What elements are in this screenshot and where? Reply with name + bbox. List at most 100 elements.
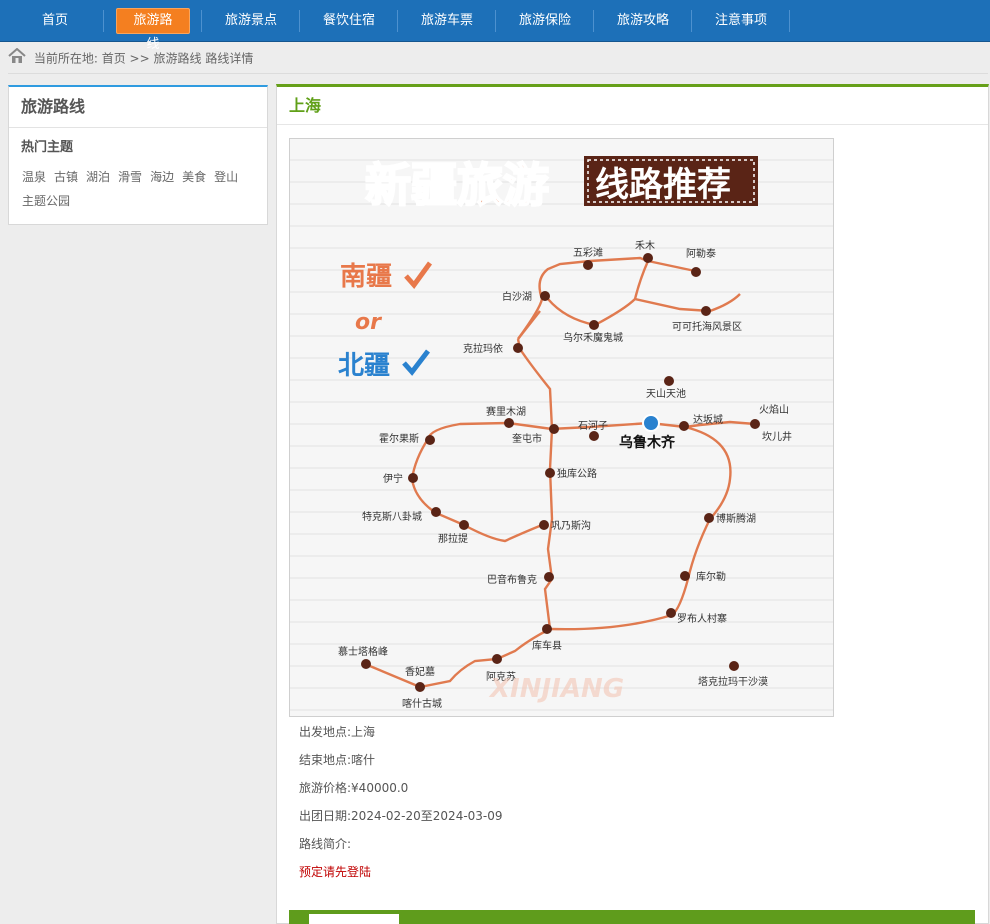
nav-item-label: 旅游保险 [518,13,571,28]
sidebar-title: 旅游路线 [9,87,267,128]
map-marker [425,435,435,445]
depart-row: 出发地点:上海 [299,723,375,740]
poster-watermark: XINJIANG [488,674,624,704]
nav-item-label: 旅游车票 [420,13,473,28]
south-label: 南疆 [340,262,392,292]
end-row: 结束地点:喀什 [299,751,375,768]
place-label: 伊宁 [383,472,403,485]
map-marker [729,661,739,671]
map-marker [583,260,593,270]
nav-separator [397,10,398,32]
tag-old-town[interactable]: 古镇 [54,165,78,189]
breadcrumb-current: 路线详情 [205,51,254,66]
place-label: 火焰山 [759,403,789,416]
place-label: 库车县 [532,639,562,652]
page-title: 上海 [277,87,988,125]
capital-marker [642,414,660,432]
map-marker [750,419,760,429]
map-marker [415,682,425,692]
map-marker [513,343,523,353]
map-marker [492,654,502,664]
end-label: 结束地点: [299,753,352,767]
breadcrumb-section-link[interactable]: 旅游路线 [153,52,201,66]
place-label: 天山天池 [646,387,686,400]
place-label: 达坂城 [693,414,723,426]
breadcrumb-sep: >> [129,51,150,66]
tag-seaside[interactable]: 海边 [150,165,174,189]
nav-item-home[interactable]: 首页 [20,0,90,41]
nav-separator [495,10,496,32]
place-label: 罗布人村寨 [677,612,727,625]
or-label: or [355,310,382,335]
place-label: 巴音布鲁克 [487,573,537,586]
place-label: 特克斯八卦城 [362,510,422,523]
intro-row: 路线简介: [299,835,351,852]
place-label: 禾木 [635,240,655,252]
tag-theme-park[interactable]: 主题公园 [22,189,70,213]
price-label: 旅游价格: [299,781,352,795]
nav-item-guides[interactable]: 旅游攻略 [606,0,680,41]
tag-skiing[interactable]: 滑雪 [118,165,142,189]
map-marker [361,659,371,669]
north-label: 北疆 [338,351,390,381]
date-value: 2024-02-20至2024-03-09 [351,809,503,823]
map-marker [408,473,418,483]
place-label: 塔克拉玛干沙漠 [698,675,768,688]
breadcrumb-home-link[interactable]: 首页 [102,52,126,66]
depart-value: 上海 [351,725,376,739]
place-label: 石河子 [578,420,608,432]
main-panel: 上海 新疆旅游 线路推荐 南疆 or 北疆 五彩滩 禾木 阿勒泰 白沙湖 可可托… [276,84,989,924]
map-marker [544,572,554,582]
nav-item-notices[interactable]: 注意事项 [704,0,778,41]
nav-separator [593,10,594,32]
price-row: 旅游价格:¥40000.0 [299,779,408,796]
nav-separator [201,10,202,32]
tag-hiking[interactable]: 登山 [214,165,238,189]
nav-item-label: 餐饮住宿 [322,13,375,28]
map-marker [540,291,550,301]
nav-item-tickets[interactable]: 旅游车票 [410,0,484,41]
nav-item-label: 注意事项 [714,13,767,28]
intro-label: 路线简介: [299,837,352,851]
map-marker [679,421,689,431]
route-map-image: 新疆旅游 线路推荐 南疆 or 北疆 五彩滩 禾木 阿勒泰 白沙湖 可可托海风景… [289,138,834,717]
map-marker [549,424,559,434]
nav-separator [789,10,790,32]
map-marker [680,571,690,581]
place-label: 乌尔禾魔鬼城 [563,331,623,344]
map-marker [589,431,599,441]
tag-hot-spring[interactable]: 温泉 [22,165,46,189]
map-marker [704,513,714,523]
place-label: 那拉提 [438,532,468,545]
date-row: 出团日期:2024-02-20至2024-03-09 [299,807,503,824]
place-label: 奎屯市 [512,432,542,445]
place-label: 坎儿井 [762,430,792,443]
map-marker [545,468,555,478]
home-icon [8,47,26,70]
place-label: 克拉玛依 [463,342,503,355]
poster-title-right: 线路推荐 [595,165,731,205]
map-marker [664,376,674,386]
place-label: 博斯腾湖 [716,512,756,525]
map-marker [701,306,711,316]
date-label: 出团日期: [299,809,352,823]
tag-food[interactable]: 美食 [182,165,206,189]
nav-item-attractions[interactable]: 旅游景点 [214,0,288,41]
divider [8,73,988,74]
nav-item-label: 首页 [41,13,68,28]
place-label: 独库公路 [557,467,597,480]
nav-item-label: 旅游路线 [116,8,190,52]
nav-item-dining[interactable]: 餐饮住宿 [312,0,386,41]
tag-lakes[interactable]: 湖泊 [86,165,110,189]
place-label: 可可托海风景区 [672,320,742,333]
place-label: 巩乃斯沟 [551,519,591,532]
nav-separator [691,10,692,32]
tab-active[interactable] [309,914,399,924]
sidebar-subtitle: 热门主题 [21,140,74,155]
nav-item-insurance[interactable]: 旅游保险 [508,0,582,41]
breadcrumb-prefix: 当前所在地: [33,51,98,66]
place-label: 慕士塔格峰 [338,645,388,658]
nav-item-routes[interactable]: 旅游路线 [116,0,190,52]
login-to-book-link[interactable]: 预定请先登陆 [299,863,371,880]
nav-separator [103,10,104,32]
